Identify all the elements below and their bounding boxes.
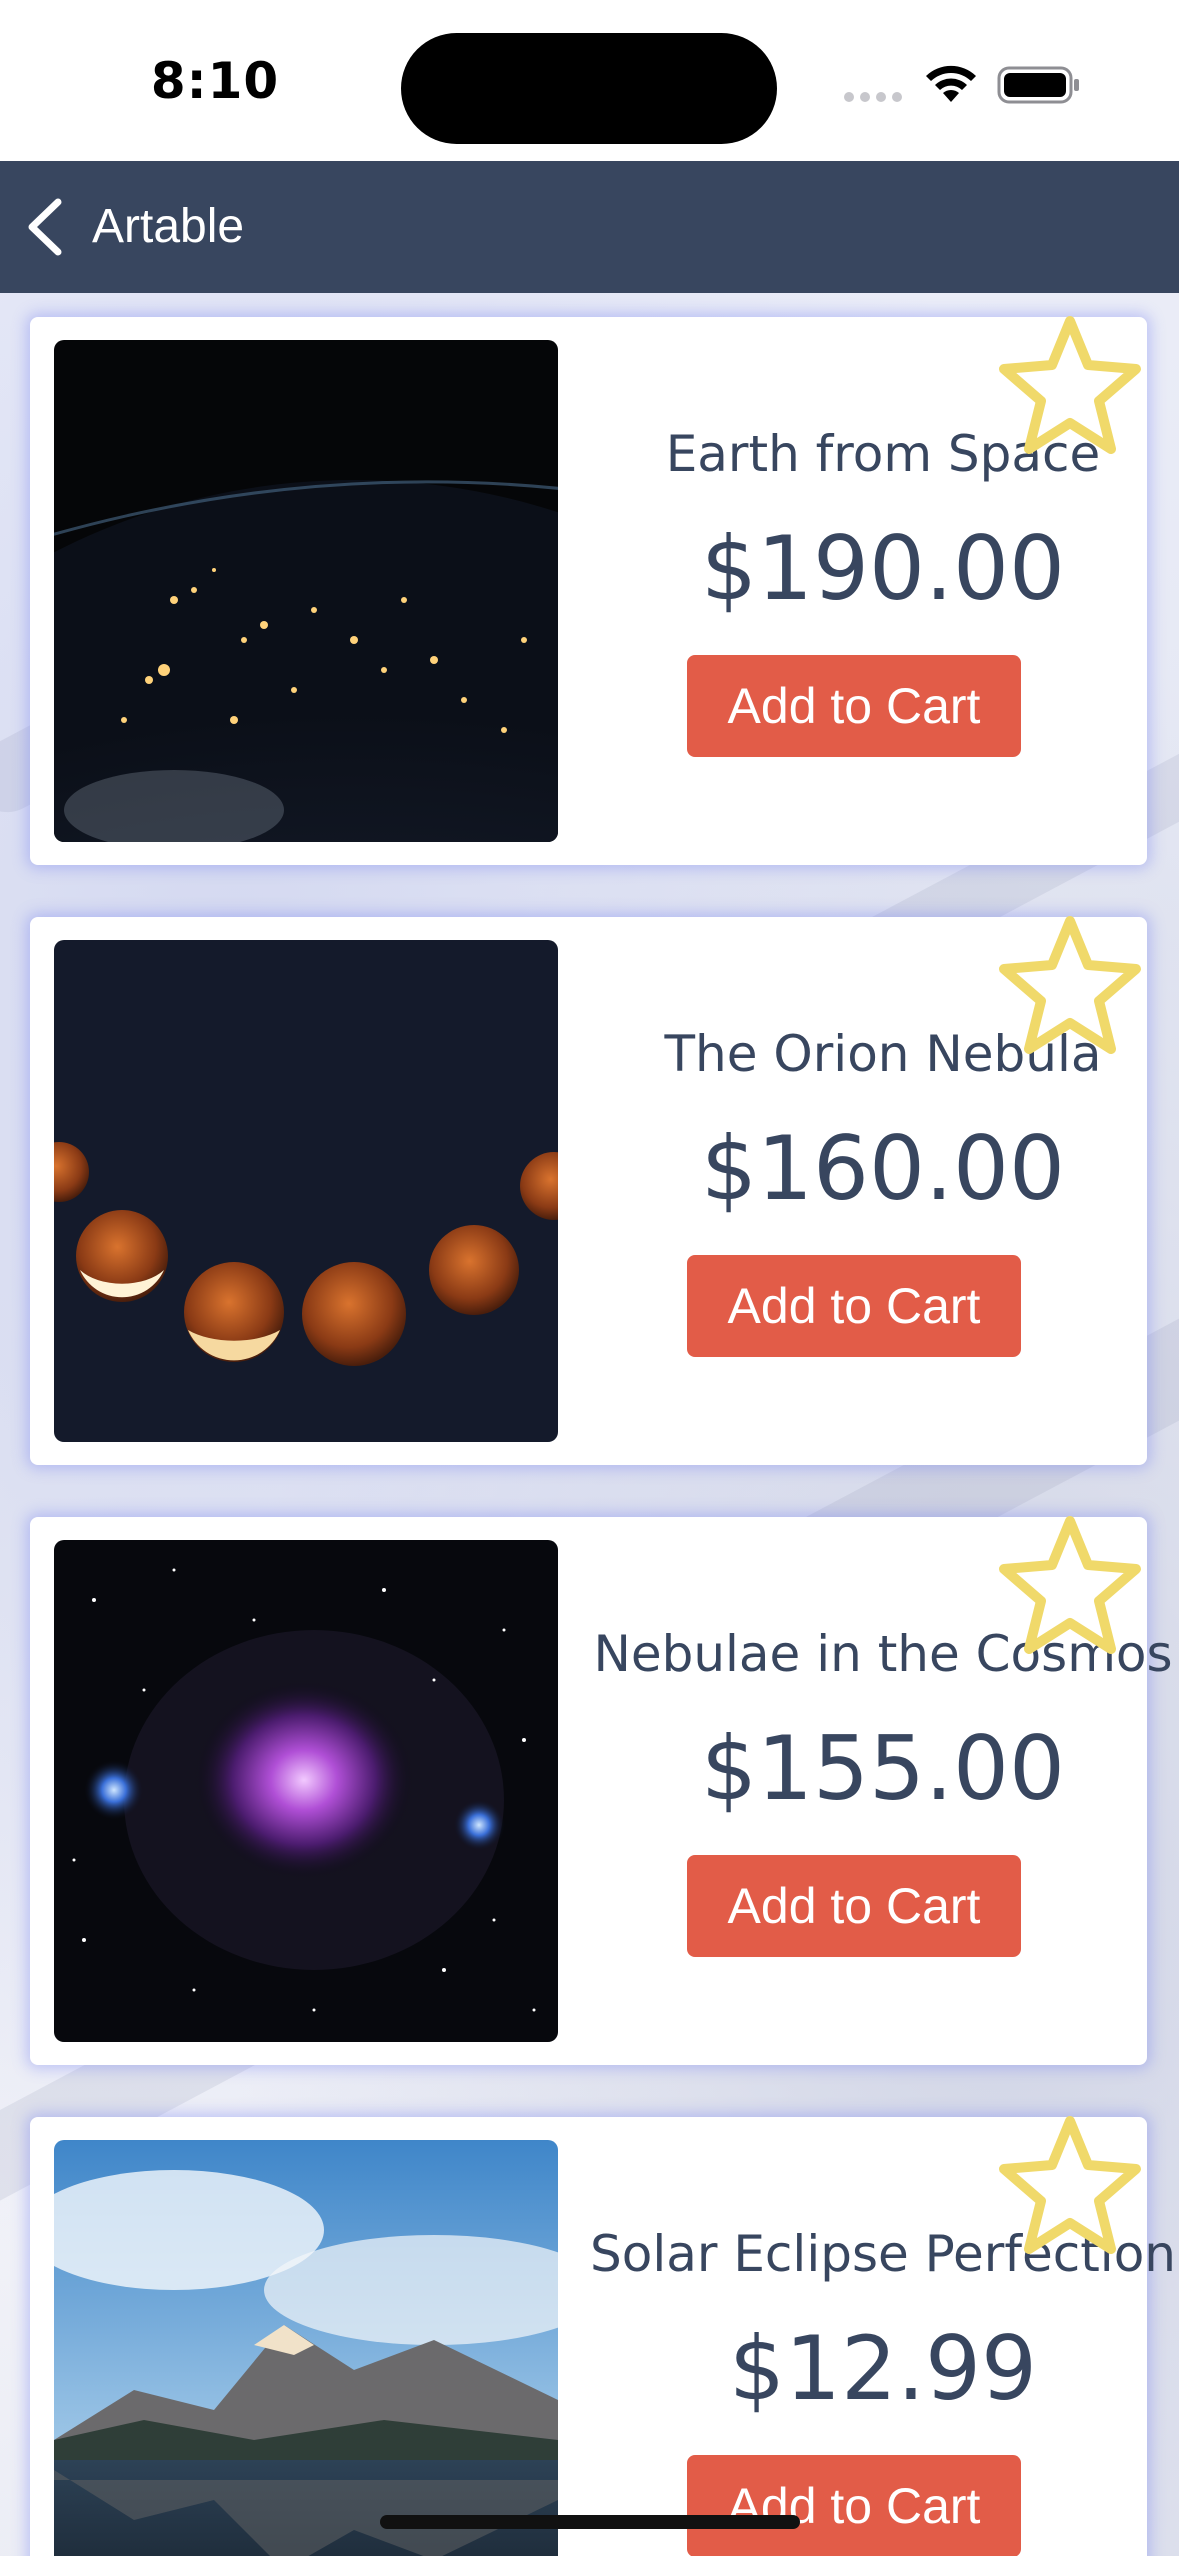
nav-title[interactable]: Artable [92,196,244,258]
home-indicator[interactable] [380,2515,800,2529]
dynamic-island [401,33,777,144]
product-price: $160.00 [701,1117,1065,1220]
star-outline-icon[interactable] [996,1513,1144,1657]
product-image-earth[interactable] [54,340,558,842]
signal-icon [844,92,902,102]
product-image-mountain[interactable] [54,2140,558,2556]
back-chevron-icon[interactable] [22,196,68,258]
star-outline-icon[interactable] [996,2113,1144,2257]
status-bar: 8:10 [0,0,1179,161]
product-card[interactable]: The Orion Nebula $160.00 Add to Cart [30,916,1147,1465]
add-to-cart-button[interactable]: Add to Cart [687,1855,1021,1957]
product-price: $155.00 [701,1717,1065,1820]
product-card[interactable]: Solar Eclipse Perfection $12.99 Add to C… [30,2116,1176,2556]
product-card[interactable]: Nebulae in the Cosmos $155.00 Add to Car… [30,1516,1173,2065]
product-price: $190.00 [701,517,1065,620]
star-outline-icon[interactable] [996,313,1144,457]
add-to-cart-button[interactable]: Add to Cart [687,655,1021,757]
product-card[interactable]: Earth from Space $190.00 Add to Cart [30,316,1147,865]
earth-night-lights-image [54,340,558,842]
add-to-cart-button[interactable]: Add to Cart [687,2455,1021,2556]
product-image-nebula[interactable] [54,1540,558,2042]
wifi-icon [926,65,976,102]
status-time: 8:10 [150,52,280,110]
lunar-eclipse-phases-image [54,940,558,1442]
product-image-eclipse[interactable] [54,940,558,1442]
mountain-lake-image [54,2140,558,2556]
add-to-cart-button[interactable]: Add to Cart [687,1255,1021,1357]
product-price: $12.99 [729,2317,1037,2420]
product-list[interactable]: Earth from Space $190.00 Add to Cart The… [0,293,1179,2556]
battery-icon [997,66,1079,104]
star-outline-icon[interactable] [996,913,1144,1057]
orion-nebula-image [54,1540,558,2042]
